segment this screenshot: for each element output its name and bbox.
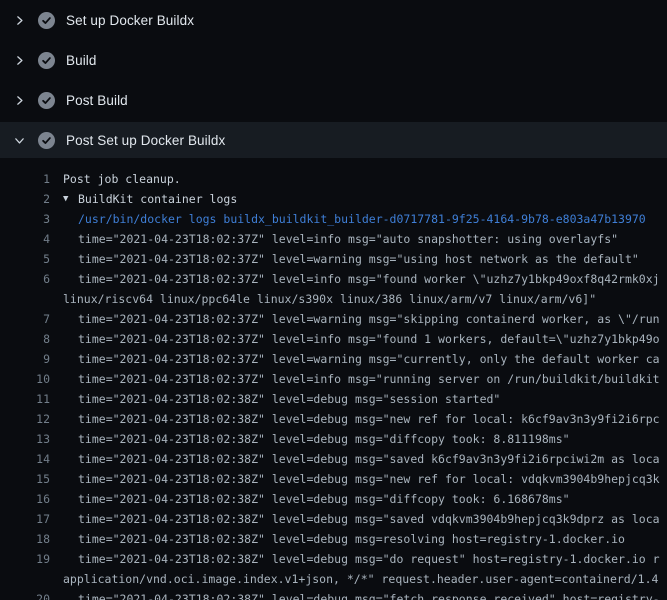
- log-line-text: BuildKit container logs: [78, 189, 237, 209]
- log-line-number[interactable]: 5: [0, 249, 50, 269]
- log-line-number[interactable]: 9: [0, 349, 50, 369]
- log-line-text: time="2021-04-23T18:02:38Z" level=debug …: [78, 469, 660, 489]
- log-line-text: time="2021-04-23T18:02:38Z" level=debug …: [78, 489, 570, 509]
- chevron-down-icon[interactable]: [12, 133, 26, 147]
- log-line-text: time="2021-04-23T18:02:37Z" level=warnin…: [78, 309, 660, 329]
- log-line-number[interactable]: 16: [0, 489, 50, 509]
- log-line-text: time="2021-04-23T18:02:37Z" level=warnin…: [78, 349, 660, 369]
- step-title: Set up Docker Buildx: [66, 13, 194, 28]
- log-line: 12 time="2021-04-23T18:02:38Z" level=deb…: [0, 409, 667, 429]
- step-header-post-build[interactable]: Post Build: [0, 80, 667, 120]
- log-line-number[interactable]: 3: [0, 209, 50, 229]
- chevron-right-icon[interactable]: [12, 13, 26, 27]
- log-line: 13 time="2021-04-23T18:02:38Z" level=deb…: [0, 429, 667, 449]
- log-line-text: time="2021-04-23T18:02:38Z" level=debug …: [78, 549, 660, 569]
- step-title: Post Build: [66, 93, 128, 108]
- log-line-number[interactable]: 1: [0, 169, 50, 189]
- log-line-text: time="2021-04-23T18:02:37Z" level=warnin…: [78, 249, 639, 269]
- log-area: 1 Post job cleanup. 2 ▼ BuildKit contain…: [0, 160, 667, 600]
- log-line-text: time="2021-04-23T18:02:37Z" level=info m…: [78, 229, 618, 249]
- collapse-triangle-icon[interactable]: ▼: [63, 189, 78, 209]
- log-line: 8 time="2021-04-23T18:02:37Z" level=info…: [0, 329, 667, 349]
- log-line: 4 time="2021-04-23T18:02:37Z" level=info…: [0, 229, 667, 249]
- step-list: Set up Docker Buildx Build Post Build Po…: [0, 0, 667, 158]
- log-line-number[interactable]: 18: [0, 529, 50, 549]
- check-circle-icon: [38, 132, 55, 149]
- log-line-number[interactable]: 10: [0, 369, 50, 389]
- log-line: linux/riscv64 linux/ppc64le linux/s390x …: [0, 289, 667, 309]
- log-line-text: application/vnd.oci.image.index.v1+json,…: [63, 569, 658, 589]
- step-header-post-set-up-docker-buildx[interactable]: Post Set up Docker Buildx: [0, 122, 667, 158]
- chevron-right-icon[interactable]: [12, 93, 26, 107]
- log-line: 11 time="2021-04-23T18:02:38Z" level=deb…: [0, 389, 667, 409]
- log-line-number[interactable]: 11: [0, 389, 50, 409]
- log-line-number[interactable]: 14: [0, 449, 50, 469]
- check-circle-icon: [38, 52, 55, 69]
- log-line-text: time="2021-04-23T18:02:38Z" level=debug …: [78, 589, 660, 600]
- log-line-number[interactable]: 17: [0, 509, 50, 529]
- actions-log-viewer: Set up Docker Buildx Build Post Build Po…: [0, 0, 667, 600]
- log-line: 19 time="2021-04-23T18:02:38Z" level=deb…: [0, 549, 667, 569]
- step-header-build[interactable]: Build: [0, 40, 667, 80]
- step-header-set-up-docker-buildx[interactable]: Set up Docker Buildx: [0, 0, 667, 40]
- log-line: 1 Post job cleanup.: [0, 169, 667, 189]
- log-line-number[interactable]: 2: [0, 189, 50, 209]
- log-line: 6 time="2021-04-23T18:02:37Z" level=info…: [0, 269, 667, 289]
- log-line-number[interactable]: 19: [0, 549, 50, 569]
- log-line: 5 time="2021-04-23T18:02:37Z" level=warn…: [0, 249, 667, 269]
- log-line-number[interactable]: 4: [0, 229, 50, 249]
- step-title: Build: [66, 53, 97, 68]
- log-line-number[interactable]: [0, 289, 50, 309]
- log-line-text: time="2021-04-23T18:02:38Z" level=debug …: [78, 529, 625, 549]
- log-line-text: time="2021-04-23T18:02:37Z" level=info m…: [78, 269, 660, 289]
- log-line: 17 time="2021-04-23T18:02:38Z" level=deb…: [0, 509, 667, 529]
- check-circle-icon: [38, 12, 55, 29]
- log-line-text: time="2021-04-23T18:02:37Z" level=info m…: [78, 369, 660, 389]
- log-line-number[interactable]: 7: [0, 309, 50, 329]
- log-line-text: /usr/bin/docker logs buildx_buildkit_bui…: [78, 209, 646, 229]
- log-line: 3 /usr/bin/docker logs buildx_buildkit_b…: [0, 209, 667, 229]
- log-line-text: linux/riscv64 linux/ppc64le linux/s390x …: [63, 289, 596, 309]
- log-line-text: time="2021-04-23T18:02:37Z" level=info m…: [78, 329, 660, 349]
- log-line-text: time="2021-04-23T18:02:38Z" level=debug …: [78, 389, 500, 409]
- log-line-number[interactable]: 8: [0, 329, 50, 349]
- log-line-number[interactable]: 12: [0, 409, 50, 429]
- log-line: 10 time="2021-04-23T18:02:37Z" level=inf…: [0, 369, 667, 389]
- log-line: 9 time="2021-04-23T18:02:37Z" level=warn…: [0, 349, 667, 369]
- log-line-text: Post job cleanup.: [63, 169, 181, 189]
- log-line: 14 time="2021-04-23T18:02:38Z" level=deb…: [0, 449, 667, 469]
- log-line-text: time="2021-04-23T18:02:38Z" level=debug …: [78, 509, 660, 529]
- log-line: 16 time="2021-04-23T18:02:38Z" level=deb…: [0, 489, 667, 509]
- log-line: application/vnd.oci.image.index.v1+json,…: [0, 569, 667, 589]
- log-line[interactable]: 2 ▼ BuildKit container logs: [0, 189, 667, 209]
- log-line-number[interactable]: 15: [0, 469, 50, 489]
- log-line-number[interactable]: 13: [0, 429, 50, 449]
- log-line-text: time="2021-04-23T18:02:38Z" level=debug …: [78, 449, 660, 469]
- log-line: 15 time="2021-04-23T18:02:38Z" level=deb…: [0, 469, 667, 489]
- log-line-number[interactable]: 20: [0, 589, 50, 600]
- check-circle-icon: [38, 92, 55, 109]
- log-line: 7 time="2021-04-23T18:02:37Z" level=warn…: [0, 309, 667, 329]
- log-line-number[interactable]: [0, 569, 50, 589]
- chevron-right-icon[interactable]: [12, 53, 26, 67]
- log-line-text: time="2021-04-23T18:02:38Z" level=debug …: [78, 429, 570, 449]
- step-title: Post Set up Docker Buildx: [66, 133, 225, 148]
- log-line: 18 time="2021-04-23T18:02:38Z" level=deb…: [0, 529, 667, 549]
- log-line: 20 time="2021-04-23T18:02:38Z" level=deb…: [0, 589, 667, 600]
- log-line-number[interactable]: 6: [0, 269, 50, 289]
- log-line-text: time="2021-04-23T18:02:38Z" level=debug …: [78, 409, 660, 429]
